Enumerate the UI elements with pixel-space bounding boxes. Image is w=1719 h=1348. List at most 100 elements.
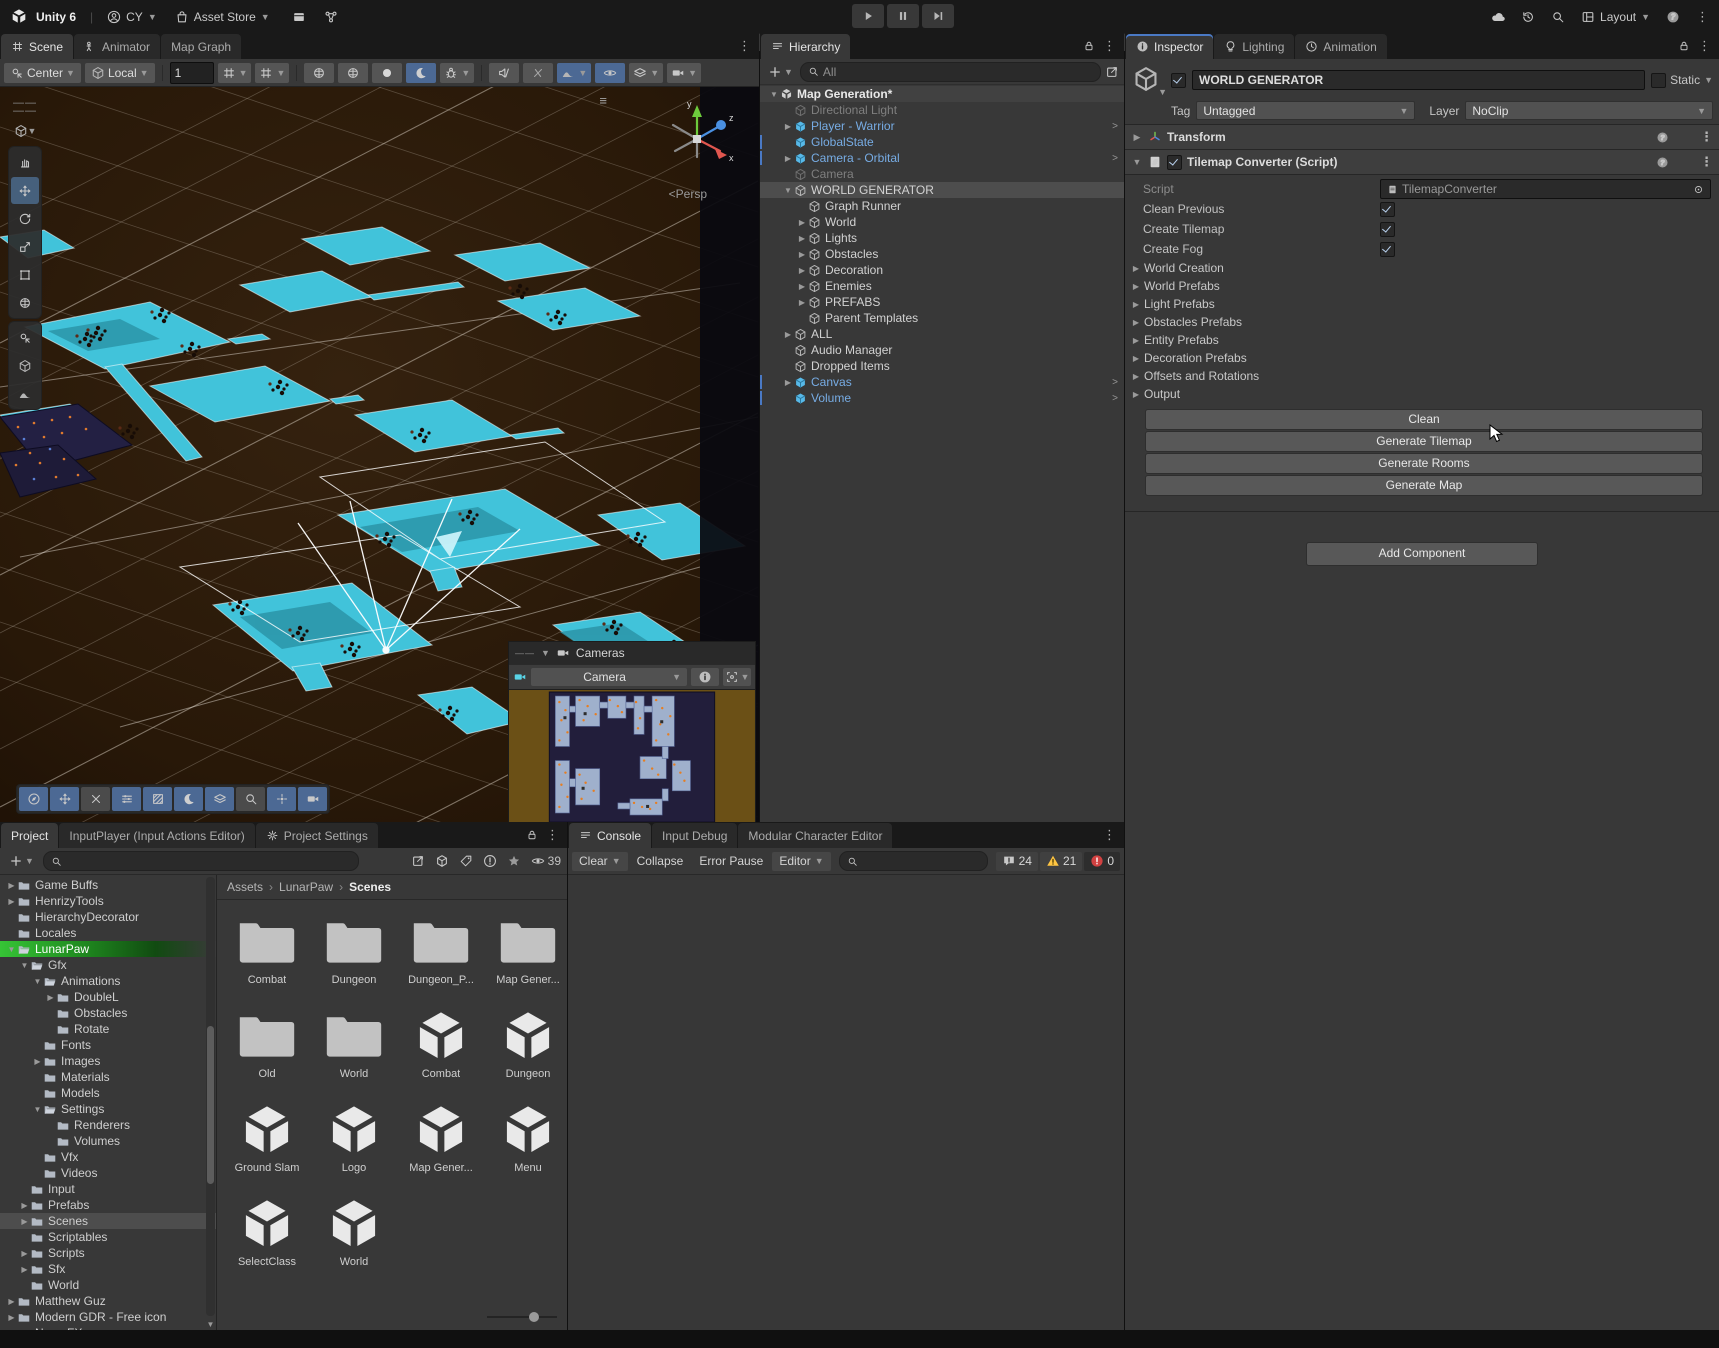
undo-history-icon[interactable]	[1521, 10, 1535, 24]
orientation-gizmo[interactable]: y z x	[649, 91, 745, 187]
asset-scene-ground-slam[interactable]: Ground Slam	[225, 1102, 309, 1174]
tree-arrow-icon[interactable]: ▼	[32, 977, 43, 986]
folder-lunarpaw[interactable]: ▼LunarPaw	[0, 941, 216, 957]
folder-world[interactable]: World	[0, 1277, 216, 1293]
hierarchy-item-all[interactable]: ▶ALL	[760, 326, 1124, 342]
tree-arrow-icon[interactable]: ▶	[19, 1201, 30, 1210]
open-in-search-icon[interactable]	[411, 854, 425, 868]
scene-viewport[interactable]: ———— ▼ ≡	[0, 87, 759, 822]
folder-modern-gdr-free-icon[interactable]: ▶Modern GDR - Free icon	[0, 1309, 216, 1325]
folder-locales[interactable]: Locales	[0, 925, 216, 941]
layers-overlay-button[interactable]	[205, 787, 234, 811]
breadcrumb-assets[interactable]: Assets	[227, 880, 263, 894]
checkbox-create-fog[interactable]	[1380, 242, 1395, 257]
asset-scene-combat[interactable]: Combat	[399, 1008, 483, 1080]
layout-dropdown[interactable]: Layout▼	[1581, 10, 1650, 24]
inspector-lock-icon[interactable]	[1678, 40, 1690, 52]
play-button[interactable]	[852, 4, 884, 28]
folder-vfx[interactable]: Vfx	[0, 1149, 216, 1165]
version-control-button[interactable]	[324, 10, 338, 24]
folder-henrizytools[interactable]: ▶HenrizyTools	[0, 893, 216, 909]
favorites-icon[interactable]	[507, 854, 521, 868]
hierarchy-item-globalstate[interactable]: GlobalState	[760, 134, 1124, 150]
foldout-world-creation[interactable]: ▶World Creation	[1125, 259, 1711, 277]
generate-map-button[interactable]: Generate Map	[1145, 475, 1703, 496]
folder-namufx[interactable]: ▶NamuFX	[0, 1325, 216, 1330]
tree-arrow-icon[interactable]: ▶	[6, 897, 17, 906]
expand-arrow-icon[interactable]: ▼	[782, 186, 794, 195]
cancel-overlay-button[interactable]	[81, 787, 110, 811]
gameobject-active-checkbox[interactable]	[1171, 73, 1186, 88]
folder-videos[interactable]: Videos	[0, 1165, 216, 1181]
tree-scrollbar[interactable]	[206, 877, 215, 1316]
settings-overlay-button[interactable]	[112, 787, 141, 811]
hierarchy-item-canvas[interactable]: ▶Canvas>	[760, 374, 1124, 390]
folder-fonts[interactable]: Fonts	[0, 1037, 216, 1053]
scene-visibility-button[interactable]	[595, 63, 625, 83]
hierarchy-item-volume[interactable]: Volume>	[760, 390, 1124, 406]
2d-toggle-button[interactable]	[372, 63, 402, 83]
cameras-handle-icon[interactable]: ——	[515, 649, 535, 657]
tab-lighting[interactable]: Lighting	[1214, 34, 1294, 59]
asset-scene-map-gener[interactable]: Map Gener...	[399, 1102, 483, 1174]
editor-tool-button[interactable]	[11, 352, 39, 379]
hierarchy-item-player-warrior[interactable]: ▶Player - Warrior>	[760, 118, 1124, 134]
pause-button[interactable]	[887, 4, 919, 28]
unused-assets-icon[interactable]	[483, 854, 497, 868]
children-chevron-icon[interactable]: >	[1112, 153, 1118, 164]
folder-doublel[interactable]: ▶DoubleL	[0, 989, 216, 1005]
audio-mute-button[interactable]	[489, 63, 519, 83]
folder-input[interactable]: Input	[0, 1181, 216, 1197]
asset-folder-map-gener[interactable]: Map Gener...	[486, 914, 567, 986]
lock-icon[interactable]	[1083, 40, 1095, 52]
clean-button[interactable]: Clean	[1145, 409, 1703, 430]
asset-folder-dungeon-p[interactable]: Dungeon_P...	[399, 914, 483, 986]
grid-overlay-button[interactable]	[143, 787, 172, 811]
asset-scene-menu[interactable]: Menu	[486, 1102, 567, 1174]
expand-arrow-icon[interactable]: ▼	[768, 90, 780, 99]
folder-images[interactable]: ▶Images	[0, 1053, 216, 1069]
project-search-input[interactable]	[43, 851, 359, 871]
messages-toggle[interactable]: 24	[996, 852, 1038, 871]
expand-arrow-icon[interactable]: ▶	[796, 266, 808, 275]
asset-scene-logo[interactable]: Logo	[312, 1102, 396, 1174]
tag-dropdown[interactable]: Untagged▼	[1196, 101, 1415, 120]
cameras-overlay-button[interactable]	[298, 787, 327, 811]
account-menu[interactable]: CY▼	[107, 10, 157, 24]
component-preset-icon[interactable]	[1678, 131, 1691, 144]
tab-animator[interactable]: Animator	[74, 34, 160, 59]
component-kebab-icon[interactable]: ⋮	[1700, 129, 1713, 145]
inspector-kebab-icon[interactable]: ⋮	[1698, 38, 1711, 54]
layers-dropdown[interactable]: ▼	[629, 63, 663, 83]
error-pause-button[interactable]: Error Pause	[692, 852, 770, 871]
hierarchy-search-input[interactable]: All	[800, 62, 1101, 82]
static-checkbox[interactable]	[1651, 73, 1666, 88]
folder-obstacles[interactable]: Obstacles	[0, 1005, 216, 1021]
folder-volumes[interactable]: Volumes	[0, 1133, 216, 1149]
hierarchy-item-parent-templates[interactable]: Parent Templates	[760, 310, 1124, 326]
checkbox-clean-previous[interactable]	[1380, 202, 1395, 217]
lighting-toggle-button[interactable]	[406, 63, 436, 83]
tab-input-debug[interactable]: Input Debug	[652, 823, 737, 848]
rotate-tool-button[interactable]	[11, 205, 39, 232]
asset-folder-old[interactable]: Old	[225, 1008, 309, 1080]
asset-scene-world[interactable]: World	[312, 1196, 396, 1268]
tab-modular-character-editor[interactable]: Modular Character Editor	[738, 823, 892, 848]
terrain-tool-button[interactable]	[11, 380, 39, 407]
tab-hierarchy[interactable]: Hierarchy	[761, 34, 850, 59]
tree-arrow-icon[interactable]: ▶	[32, 1057, 43, 1066]
folder-models[interactable]: Models	[0, 1085, 216, 1101]
folder-settings[interactable]: ▼Settings	[0, 1101, 216, 1117]
hierarchy-item-world[interactable]: ▶World	[760, 214, 1124, 230]
effects-dropdown[interactable]: ▼	[557, 63, 591, 83]
children-chevron-icon[interactable]: >	[1112, 121, 1118, 132]
project-lock-icon[interactable]	[526, 829, 538, 841]
search-overlay-button[interactable]	[236, 787, 265, 811]
component-enabled-checkbox[interactable]	[1167, 155, 1182, 170]
tab-inputplayer-input-actions-editor[interactable]: InputPlayer (Input Actions Editor)	[59, 823, 254, 848]
grid-visibility-dropdown[interactable]: ▼	[255, 63, 289, 83]
component-preset-icon2[interactable]	[1678, 156, 1691, 169]
folder-game-buffs[interactable]: ▶Game Buffs	[0, 877, 216, 893]
thumbnail-zoom-slider[interactable]	[487, 1312, 557, 1322]
hierarchy-item-dropped-items[interactable]: Dropped Items	[760, 358, 1124, 374]
